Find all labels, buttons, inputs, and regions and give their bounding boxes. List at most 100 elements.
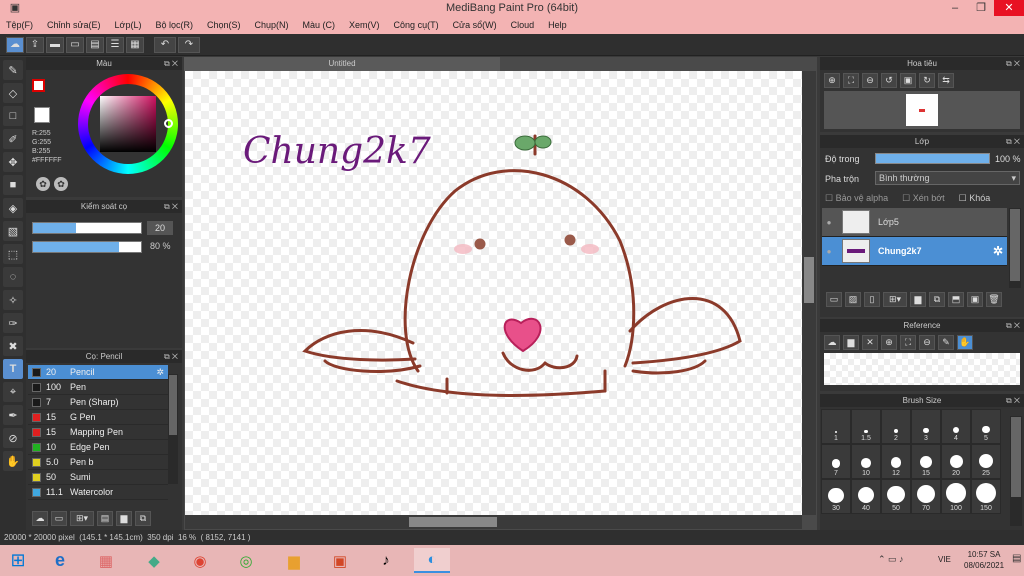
brush-size-cell[interactable]: 10 [851, 444, 881, 479]
brush-list-item[interactable]: 15 G Pen [28, 410, 168, 425]
menu-edit[interactable]: Chỉnh sửa(E) [47, 20, 101, 30]
canvas-tab[interactable]: Untitled [184, 57, 500, 71]
tray-icons[interactable]: ⌃ ▭ ♪ [878, 554, 904, 565]
pen-tool-icon[interactable]: ✐ [3, 129, 23, 149]
brush-list-scrollbar[interactable] [168, 374, 178, 484]
menu-snap[interactable]: Chụp(N) [255, 20, 289, 30]
palette-icon[interactable]: ✿ [36, 177, 50, 191]
menu-layer[interactable]: Lớp(L) [115, 20, 142, 30]
navigator-preview[interactable] [824, 91, 1020, 129]
bucket-tool-icon[interactable]: ◈ [3, 198, 23, 218]
brush-list-item[interactable]: 20 Pencil ✲ [28, 365, 168, 380]
drawing-canvas[interactable]: Chung2k7 [185, 71, 802, 515]
panel-close-icon[interactable]: ⧉ ✕ [1006, 57, 1020, 70]
bluestacks-icon[interactable]: ◆ [138, 548, 170, 573]
brush-copy-icon[interactable]: ⧉ [135, 511, 151, 526]
chrome-icon[interactable]: ◉ [184, 548, 216, 573]
layer-blend-select[interactable]: Bình thường ▾ [875, 171, 1020, 185]
panel-close-icon[interactable]: ⧉ ✕ [1006, 135, 1020, 148]
brush-folder-icon[interactable]: ▆ [116, 511, 132, 526]
brush-size-cell[interactable]: 70 [911, 479, 941, 514]
fit-icon[interactable]: ⛶ [843, 73, 859, 88]
zoom-out-icon[interactable]: ⊖ [862, 73, 878, 88]
brush-size-cell[interactable]: 25 [971, 444, 1001, 479]
reference-eyedropper-icon[interactable]: ✎ [938, 335, 954, 350]
gear-icon[interactable]: ✲ [156, 367, 164, 378]
list-icon[interactable]: ☰ [106, 36, 124, 53]
hand-tool-icon[interactable]: ✋ [3, 451, 23, 471]
grid-icon[interactable]: ▦ [126, 36, 144, 53]
reference-zoom-out-icon[interactable]: ⊖ [919, 335, 935, 350]
panel-close-icon[interactable]: ⧉ ✕ [164, 57, 178, 70]
trash-icon[interactable]: 🗑 [986, 292, 1002, 307]
hue-ring[interactable] [78, 74, 178, 174]
lasso-tool-icon[interactable]: ◌ [3, 267, 23, 287]
menu-file[interactable]: Tệp(F) [6, 20, 33, 30]
maximize-button[interactable]: ❐ [968, 0, 994, 16]
reference-cloud-icon[interactable]: ☁ [824, 335, 840, 350]
undo-icon[interactable]: ↶ [154, 36, 176, 53]
brush-list-item[interactable]: 5.0 Pen b [28, 455, 168, 470]
protect-alpha-option[interactable]: ☐ Bảo vệ alpha [825, 193, 888, 204]
brush-properties-icon[interactable]: ▤ [97, 511, 113, 526]
clock[interactable]: 10:57 SA 08/06/2021 [964, 549, 1004, 571]
brush-tool-icon[interactable]: ✎ [3, 60, 23, 80]
notification-icon[interactable]: ▤ [1012, 553, 1021, 564]
brush-size-cell[interactable]: 150 [971, 479, 1001, 514]
lock-option[interactable]: ☐ Khóa [959, 193, 991, 204]
select-eraser-tool-icon[interactable]: ✖ [3, 336, 23, 356]
visibility-icon[interactable]: ● [822, 218, 836, 227]
brush-size-value[interactable]: 20 [147, 221, 173, 235]
transparent-swatch[interactable] [34, 107, 50, 123]
panel-close-icon[interactable]: ⧉ ✕ [164, 350, 178, 363]
internet-explorer-icon[interactable]: e [44, 548, 76, 573]
brush-list-item[interactable]: 7 Pen (Sharp) [28, 395, 168, 410]
foreground-swatch[interactable] [32, 79, 45, 92]
menu-filter[interactable]: Bộ lọc(R) [155, 20, 193, 30]
visibility-icon[interactable]: ● [822, 247, 836, 256]
select-pen-tool-icon[interactable]: ✑ [3, 313, 23, 333]
rotate-left-icon[interactable]: ↺ [881, 73, 897, 88]
brush-size-cell[interactable]: 5 [971, 409, 1001, 444]
divide-tool-icon[interactable]: ✒ [3, 405, 23, 425]
folder-icon[interactable]: ▆ [910, 292, 926, 307]
redo-icon[interactable]: ↷ [178, 36, 200, 53]
powerpoint-icon[interactable]: ▣ [324, 548, 356, 573]
panel-close-icon[interactable]: ⧉ ✕ [164, 200, 178, 213]
menu-color[interactable]: Màu (C) [303, 20, 336, 30]
brush-size-cell[interactable]: 7 [821, 444, 851, 479]
share-icon[interactable]: ⇪ [26, 36, 44, 53]
panel-close-icon[interactable]: ⧉ ✕ [1006, 319, 1020, 332]
brush-list-item[interactable]: 11.1 Watercolor [28, 485, 168, 500]
eyedropper-tool-icon[interactable]: ⊘ [3, 428, 23, 448]
new-halftone-layer-icon[interactable]: ▨ [845, 292, 861, 307]
zoom-in-icon[interactable]: ⊕ [824, 73, 840, 88]
chat-icon[interactable]: ▭ [66, 36, 84, 53]
flip-icon[interactable]: ⇆ [938, 73, 954, 88]
medibang-taskbar-icon[interactable]: ◐ [414, 548, 450, 573]
reference-zoom-in-icon[interactable]: ⊕ [881, 335, 897, 350]
new-1bit-layer-icon[interactable]: ▯ [864, 292, 880, 307]
layer-opacity-slider[interactable] [875, 153, 990, 164]
canvas-vscrollbar[interactable] [802, 71, 816, 515]
brush-add-icon[interactable]: ⊞▾ [70, 511, 94, 526]
reference-view[interactable] [824, 353, 1020, 385]
layer-settings-icon[interactable]: ▣ [967, 292, 983, 307]
brush-size-slider[interactable] [32, 222, 142, 234]
reference-hand-icon[interactable]: ✋ [957, 335, 973, 350]
file-explorer-icon[interactable]: ▆ [278, 548, 310, 573]
brush-size-cell[interactable]: 12 [881, 444, 911, 479]
rect-select-tool-icon[interactable]: ⬚ [3, 244, 23, 264]
add-layer-menu-icon[interactable]: ⊞▾ [883, 292, 907, 307]
brush-size-cell[interactable]: 1.5 [851, 409, 881, 444]
brush-list-item[interactable]: 15 Mapping Pen [28, 425, 168, 440]
menu-view[interactable]: Xem(V) [349, 20, 380, 30]
menu-select[interactable]: Chọn(S) [207, 20, 241, 30]
panel-close-icon[interactable]: ⧉ ✕ [1006, 394, 1020, 407]
coccoc-icon[interactable]: ◎ [230, 548, 262, 573]
brush-size-cell[interactable]: 20 [941, 444, 971, 479]
brush-size-cell[interactable]: 30 [821, 479, 851, 514]
layer-scrollbar[interactable] [1009, 208, 1021, 288]
cloud-icon[interactable]: ☁ [6, 36, 24, 53]
comment-icon[interactable]: ▬ [46, 36, 64, 53]
